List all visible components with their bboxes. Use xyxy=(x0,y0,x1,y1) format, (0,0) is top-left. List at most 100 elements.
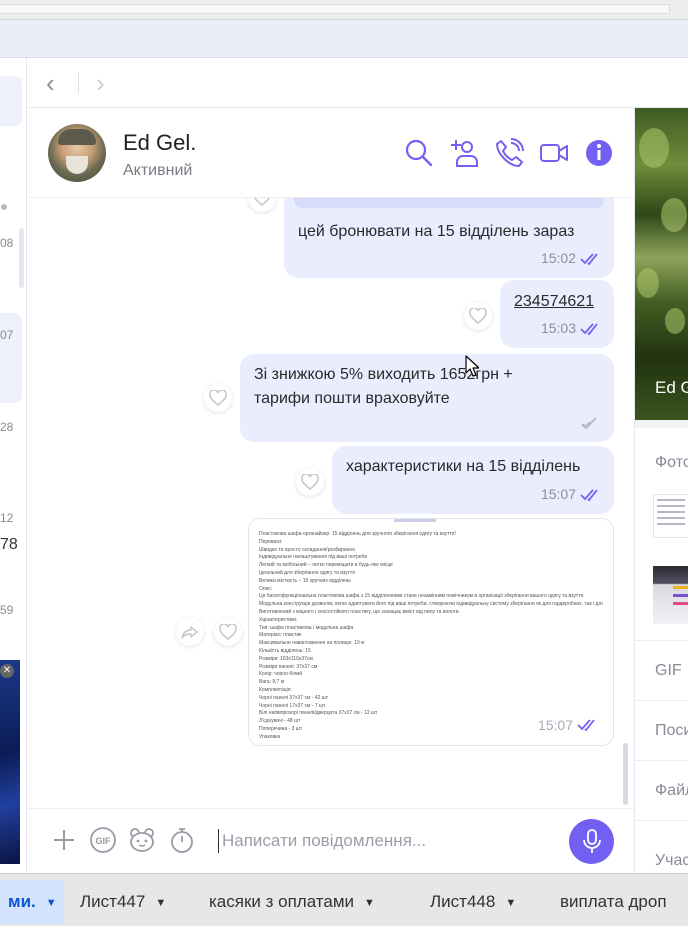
read-receipt-icon xyxy=(580,322,602,336)
chat-header: Ed Gel. Активний xyxy=(28,108,634,198)
chat-list-scrollbar[interactable] xyxy=(19,228,24,288)
avatar-beard xyxy=(66,156,88,174)
thumb-stripe xyxy=(673,586,688,589)
message-input[interactable] xyxy=(222,827,552,855)
info-icon[interactable] xyxy=(584,138,614,168)
leaf-shape xyxy=(639,128,669,168)
sheet-tab-label: Лист448 xyxy=(430,892,496,911)
dropdown-arrow-icon[interactable]: ▼ xyxy=(505,897,516,909)
doc-line: Вага: 9,7 кг xyxy=(259,679,285,686)
photo-thumbnail[interactable] xyxy=(653,494,688,538)
sheet-tab[interactable]: Лист448 ▼ xyxy=(422,880,524,924)
like-icon[interactable] xyxy=(464,302,492,330)
add-contact-icon[interactable] xyxy=(449,138,479,168)
panel-divider xyxy=(635,420,688,428)
doc-line: Комплектація: xyxy=(259,686,292,693)
doc-line: Розміри: 163х110х37см xyxy=(259,655,313,662)
search-icon[interactable] xyxy=(404,138,434,168)
chat-list-item-edge[interactable] xyxy=(0,76,22,126)
contact-name[interactable]: Ed Gel. xyxy=(123,130,196,156)
plus-icon[interactable] xyxy=(50,826,78,854)
back-arrow-icon[interactable]: ‹ xyxy=(46,70,55,96)
doc-line: Характеристики: xyxy=(259,616,298,623)
sticker-icon[interactable] xyxy=(128,826,156,854)
doc-line: Виготовлений з міцного і зносостійкого п… xyxy=(259,608,460,615)
message-bubble[interactable]: 234574621 15:03 xyxy=(500,280,614,348)
profile-cover-photo[interactable]: Ed G xyxy=(635,108,688,420)
doc-line: Велика місткість – 15 зручних відділень xyxy=(259,577,352,584)
browser-top-strip xyxy=(0,0,688,20)
files-section-title[interactable]: Файл xyxy=(655,782,688,800)
thumb-line xyxy=(657,499,685,501)
links-section-title[interactable]: Поси xyxy=(655,722,688,740)
doc-line: Модульна конструкція дозволяє легко адап… xyxy=(259,601,603,608)
avatar-cap xyxy=(58,129,96,145)
doc-line: Чорні панелі 17х37 см - 7 шт. xyxy=(259,702,327,709)
message-bubble[interactable]: цей бронювати на 15 відділень зараз 15:0… xyxy=(284,198,614,278)
mouse-cursor-icon xyxy=(465,355,480,377)
navigation-bar: ‹ › xyxy=(28,58,688,108)
message-text-line: тарифи пошти враховуйте xyxy=(254,390,450,407)
doc-line: Швидко та просто складання/розбирання xyxy=(259,546,355,553)
message-time: 15:07 xyxy=(540,486,576,502)
messages-scrollbar[interactable] xyxy=(623,743,628,805)
panel-divider xyxy=(635,820,688,821)
document-text: Пластикова шафа-органайзер: 15 відділень… xyxy=(259,531,603,742)
members-section-title[interactable]: Учас xyxy=(655,852,688,870)
timer-icon[interactable] xyxy=(168,826,196,854)
like-icon[interactable] xyxy=(204,384,232,412)
contact-info-panel: Ed G Фото GIF Поси Файл Учас xyxy=(634,108,688,873)
chat-list-item-edge[interactable] xyxy=(0,313,22,403)
thumb-stripe xyxy=(673,602,688,605)
sheet-tab-label: касяки з оплатами xyxy=(209,892,355,911)
reply-quote-bar xyxy=(294,198,604,208)
read-receipt-icon xyxy=(580,252,602,266)
leaf-shape xyxy=(665,308,685,334)
message-bubble[interactable]: Зі знижкою 5% виходить 1652грн + тарифи … xyxy=(240,354,614,442)
photo-thumbnail[interactable] xyxy=(653,566,688,624)
message-link[interactable]: 234574621 xyxy=(514,290,594,314)
leaf-shape xyxy=(637,268,659,298)
close-icon[interactable]: ✕ xyxy=(0,664,14,678)
message-history[interactable]: цей бронювати на 15 відділень зараз 15:0… xyxy=(28,198,634,808)
app-toolbar-band xyxy=(0,20,688,58)
doc-line: Тип: шафа пластикова / модульна шафа xyxy=(259,624,354,631)
like-icon[interactable] xyxy=(296,468,324,496)
message-composer: GIF xyxy=(28,808,634,873)
forward-icon[interactable] xyxy=(176,618,204,646)
dropdown-arrow-icon[interactable]: ▼ xyxy=(364,897,375,909)
gif-section-title[interactable]: GIF xyxy=(655,662,682,680)
message-time: 15:02 xyxy=(540,250,576,266)
doc-line: Ідеальний для зберігання одягу та взуття xyxy=(259,569,355,576)
photos-section-title[interactable]: Фото xyxy=(655,454,688,472)
like-icon[interactable] xyxy=(248,198,276,212)
like-icon[interactable] xyxy=(214,618,242,646)
phone-icon[interactable] xyxy=(494,138,524,168)
video-preview-thumbnail[interactable]: ✕ xyxy=(0,660,20,864)
avatar[interactable] xyxy=(48,124,106,182)
doc-line: Упаковка xyxy=(259,733,281,740)
read-receipt-icon xyxy=(580,488,602,502)
chat-list-time: 12 xyxy=(0,511,14,525)
sheet-tab[interactable]: виплата дроп xyxy=(552,880,675,924)
chat-list-count: 78 xyxy=(0,536,18,553)
doc-line: Кількість відділень: 15 xyxy=(259,647,311,654)
dropdown-arrow-icon[interactable]: ▼ xyxy=(46,897,57,909)
sheet-tab[interactable]: Лист447 ▼ xyxy=(72,880,174,924)
message-text: характеристики на 15 відділень xyxy=(346,458,581,475)
contact-status: Активний xyxy=(123,162,193,179)
spreadsheet-tab-bar: ми. ▼ Лист447 ▼ касяки з оплатами ▼ Лист448… xyxy=(0,873,688,926)
image-message[interactable]: Пластикова шафа-органайзер: 15 відділень… xyxy=(248,518,614,746)
dropdown-arrow-icon[interactable]: ▼ xyxy=(155,897,166,909)
thumb-line xyxy=(657,523,685,525)
voice-message-button[interactable] xyxy=(569,819,614,864)
message-bubble[interactable]: характеристики на 15 відділень 15:07 xyxy=(332,446,614,514)
video-icon[interactable] xyxy=(539,138,569,168)
doc-line: Матеріал: пластик xyxy=(259,632,302,639)
browser-toolbar-edge xyxy=(0,4,670,14)
doc-line: Максимальне навантаження на полицю: 10 к… xyxy=(259,640,366,647)
gif-icon[interactable]: GIF xyxy=(89,826,117,854)
sheet-tab[interactable]: ми. ▼ xyxy=(0,880,64,924)
sheet-tab[interactable]: касяки з оплатами ▼ xyxy=(201,880,383,924)
forward-arrow-icon[interactable]: › xyxy=(96,70,105,96)
